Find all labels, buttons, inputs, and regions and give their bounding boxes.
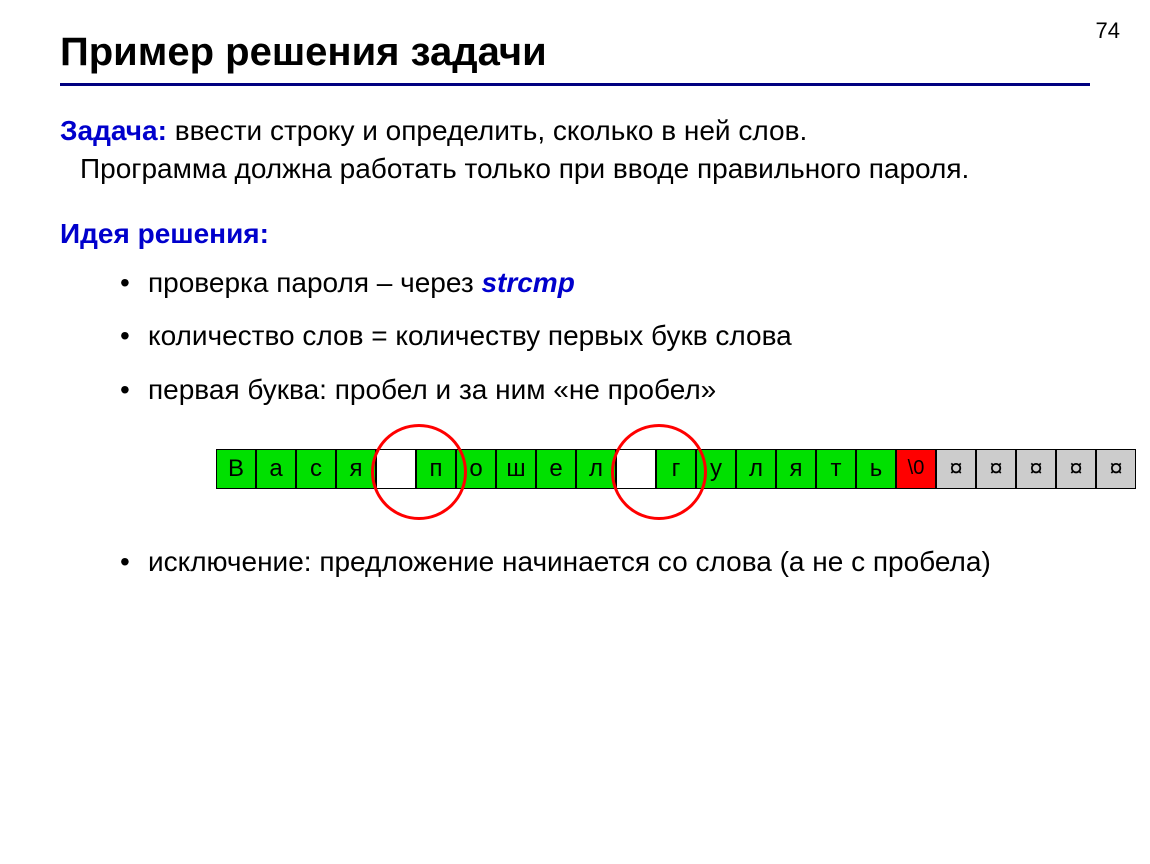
idea-item-4: исключение: предложение начинается со сл… <box>120 543 1090 581</box>
char-cell-3: я <box>336 449 376 489</box>
char-array-diagram: Васяпошелгулять\0¤¤¤¤¤ <box>216 423 1150 523</box>
slide: 74 Пример решения задачи Задача: ввести … <box>0 0 1150 864</box>
idea-item-3: первая буква: пробел и за ним «не пробел… <box>120 371 1090 523</box>
char-cell-22: ¤ <box>1096 449 1136 489</box>
idea-item-4-text: исключение: предложение начинается со сл… <box>148 546 991 577</box>
char-cell-12: у <box>696 449 736 489</box>
char-cell-14: я <box>776 449 816 489</box>
char-cell-18: ¤ <box>936 449 976 489</box>
char-cell-10 <box>616 449 656 489</box>
idea-item-1-prefix: проверка пароля – через <box>148 267 481 298</box>
char-array: Васяпошелгулять\0¤¤¤¤¤ <box>216 449 1136 489</box>
page-number: 74 <box>1096 18 1120 44</box>
char-cell-15: т <box>816 449 856 489</box>
idea-item-2-text: количество слов = количеству первых букв… <box>148 320 792 351</box>
char-cell-17: \0 <box>896 449 936 489</box>
char-cell-9: л <box>576 449 616 489</box>
char-cell-20: ¤ <box>1016 449 1056 489</box>
idea-item-3-text: первая буква: пробел и за ним «не пробел… <box>148 374 716 405</box>
char-cell-5: п <box>416 449 456 489</box>
char-cell-6: о <box>456 449 496 489</box>
title-rule <box>60 83 1090 86</box>
char-cell-4 <box>376 449 416 489</box>
task-text-line2: Программа должна работать только при вво… <box>80 150 1090 188</box>
task-block: Задача: ввести строку и определить, скол… <box>60 112 1090 188</box>
char-cell-8: е <box>536 449 576 489</box>
char-cell-21: ¤ <box>1056 449 1096 489</box>
idea-item-2: количество слов = количеству первых букв… <box>120 317 1090 355</box>
char-cell-7: ш <box>496 449 536 489</box>
idea-label: Идея решения: <box>60 218 1090 250</box>
idea-item-1-keyword: strcmp <box>481 267 574 298</box>
idea-list: проверка пароля – через strcmp количеств… <box>120 264 1090 581</box>
char-cell-13: л <box>736 449 776 489</box>
char-cell-2: с <box>296 449 336 489</box>
slide-title: Пример решения задачи <box>60 30 1090 75</box>
idea-item-1: проверка пароля – через strcmp <box>120 264 1090 302</box>
task-label: Задача: <box>60 115 167 146</box>
char-cell-11: г <box>656 449 696 489</box>
char-cell-16: ь <box>856 449 896 489</box>
char-cell-19: ¤ <box>976 449 1016 489</box>
task-text-line1: ввести строку и определить, сколько в не… <box>167 115 807 146</box>
char-cell-0: В <box>216 449 256 489</box>
char-cell-1: а <box>256 449 296 489</box>
